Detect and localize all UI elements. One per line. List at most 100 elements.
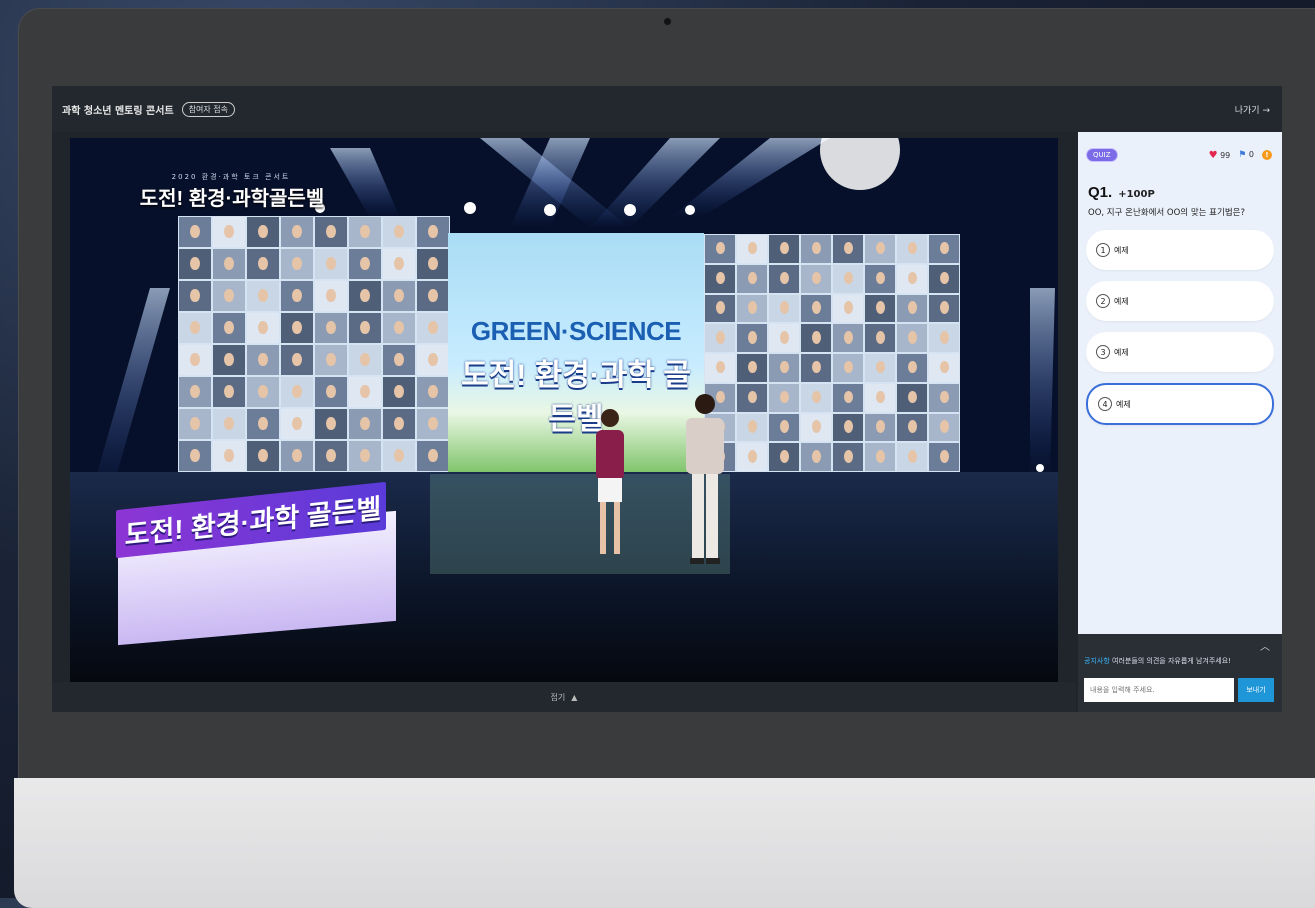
question-number: Q1.: [1088, 184, 1113, 201]
participant-tile: [768, 263, 800, 294]
live-video-player[interactable]: GREEN·SCIENCE 도전! 환경·과학 골든벨 2020 환경·과학 토…: [70, 138, 1058, 682]
participant-face: [258, 224, 268, 238]
participant-tile: [280, 376, 314, 408]
participant-face: [811, 271, 821, 285]
participant-tile: [416, 376, 450, 408]
participant-face: [224, 320, 234, 334]
answer-label: 예제: [1114, 347, 1129, 357]
exit-button[interactable]: 나가기 →: [1235, 103, 1270, 116]
participant-tile: [382, 440, 416, 472]
participant-tile: [832, 442, 864, 472]
answer-option-2[interactable]: 2 예제: [1086, 281, 1274, 321]
participant-tile: [736, 442, 768, 472]
participant-face: [360, 320, 370, 334]
participant-face: [258, 416, 268, 430]
participant-face: [779, 360, 789, 374]
participant-tile: [864, 263, 896, 294]
participant-face: [428, 384, 438, 398]
answer-number: 1: [1096, 243, 1110, 257]
question-text: OO, 지구 온난화에서 OO의 맞는 표기법은?: [1088, 208, 1245, 218]
participant-tile: [280, 440, 314, 472]
participant-tile: [280, 408, 314, 440]
participant-tile: [832, 293, 864, 324]
participant-tile: [416, 280, 450, 312]
participant-face: [292, 320, 302, 334]
answer-option-4[interactable]: 4 예제: [1086, 383, 1274, 425]
participant-face: [326, 384, 336, 398]
participant-tile: [178, 408, 212, 440]
participant-tile: [246, 376, 280, 408]
status-badge: 참여자 접속: [181, 101, 235, 117]
participant-face: [394, 320, 404, 334]
participant-tile: [348, 440, 382, 472]
participant-face: [190, 224, 200, 238]
participant-face: [907, 241, 917, 255]
chevron-up-icon[interactable]: ︿: [1260, 638, 1270, 653]
heart-icon: ♥: [1208, 149, 1218, 161]
participant-face: [747, 360, 757, 374]
participant-face: [428, 448, 438, 462]
participant-face: [292, 448, 302, 462]
answer-number: 3: [1096, 345, 1110, 359]
participant-tile: [800, 442, 832, 472]
participant-face: [326, 448, 336, 462]
participant-face: [360, 256, 370, 270]
participant-face: [326, 224, 336, 238]
participant-face: [224, 352, 234, 366]
participant-tile: [348, 280, 382, 312]
participant-face: [811, 241, 821, 255]
participant-face: [875, 331, 885, 344]
participant-tile: [768, 293, 800, 324]
participant-tile: [704, 323, 736, 353]
answer-label: 예제: [1114, 296, 1129, 306]
participant-face: [190, 384, 200, 398]
info-icon[interactable]: !: [1262, 150, 1272, 160]
participant-face: [843, 360, 853, 374]
participant-face: [360, 352, 370, 366]
participant-tile: [382, 408, 416, 440]
participant-face: [428, 224, 438, 238]
participant-tile: [314, 248, 348, 280]
participant-tile: [416, 344, 450, 376]
participant-tile: [864, 412, 896, 443]
participant-tile: [178, 280, 212, 312]
participant-face: [394, 448, 404, 462]
hearts-stat: ♥ 99: [1209, 150, 1231, 161]
participant-face: [326, 320, 336, 334]
participant-tile: [800, 293, 832, 324]
participant-face: [875, 301, 885, 314]
video-collapse-bar[interactable]: 접기 ▲: [52, 682, 1076, 712]
participant-tile: [382, 376, 416, 408]
participant-face: [394, 352, 404, 366]
participant-face: [811, 331, 821, 344]
participant-face: [843, 241, 853, 255]
participant-face: [360, 448, 370, 462]
participant-face: [907, 420, 917, 433]
participant-tile: [382, 312, 416, 344]
participant-tile: [896, 263, 928, 294]
participant-tile: [212, 344, 246, 376]
answer-label: 예제: [1116, 399, 1131, 409]
participant-tile: [212, 376, 246, 408]
answer-option-3[interactable]: 3 예제: [1086, 332, 1274, 372]
participant-tile: [832, 353, 864, 383]
participant-face: [875, 241, 885, 255]
participant-face: [939, 420, 949, 433]
participant-tile: [314, 216, 348, 248]
chat-input[interactable]: [1084, 678, 1234, 702]
send-button[interactable]: 보내기: [1238, 678, 1274, 702]
participant-face: [843, 331, 853, 344]
answer-number: 2: [1096, 294, 1110, 308]
participant-face: [394, 384, 404, 398]
participant-tile: [768, 382, 800, 413]
answer-option-1[interactable]: 1 예제: [1086, 230, 1274, 270]
participant-tile: [864, 442, 896, 472]
participant-face: [875, 360, 885, 374]
participant-face: [747, 271, 757, 285]
screen-logo: GREEN·SCIENCE: [470, 316, 682, 346]
participant-tile: [896, 412, 928, 443]
participant-tile: [416, 312, 450, 344]
participant-tile: [178, 312, 212, 344]
participant-tile: [896, 442, 928, 472]
participant-face: [258, 448, 268, 462]
